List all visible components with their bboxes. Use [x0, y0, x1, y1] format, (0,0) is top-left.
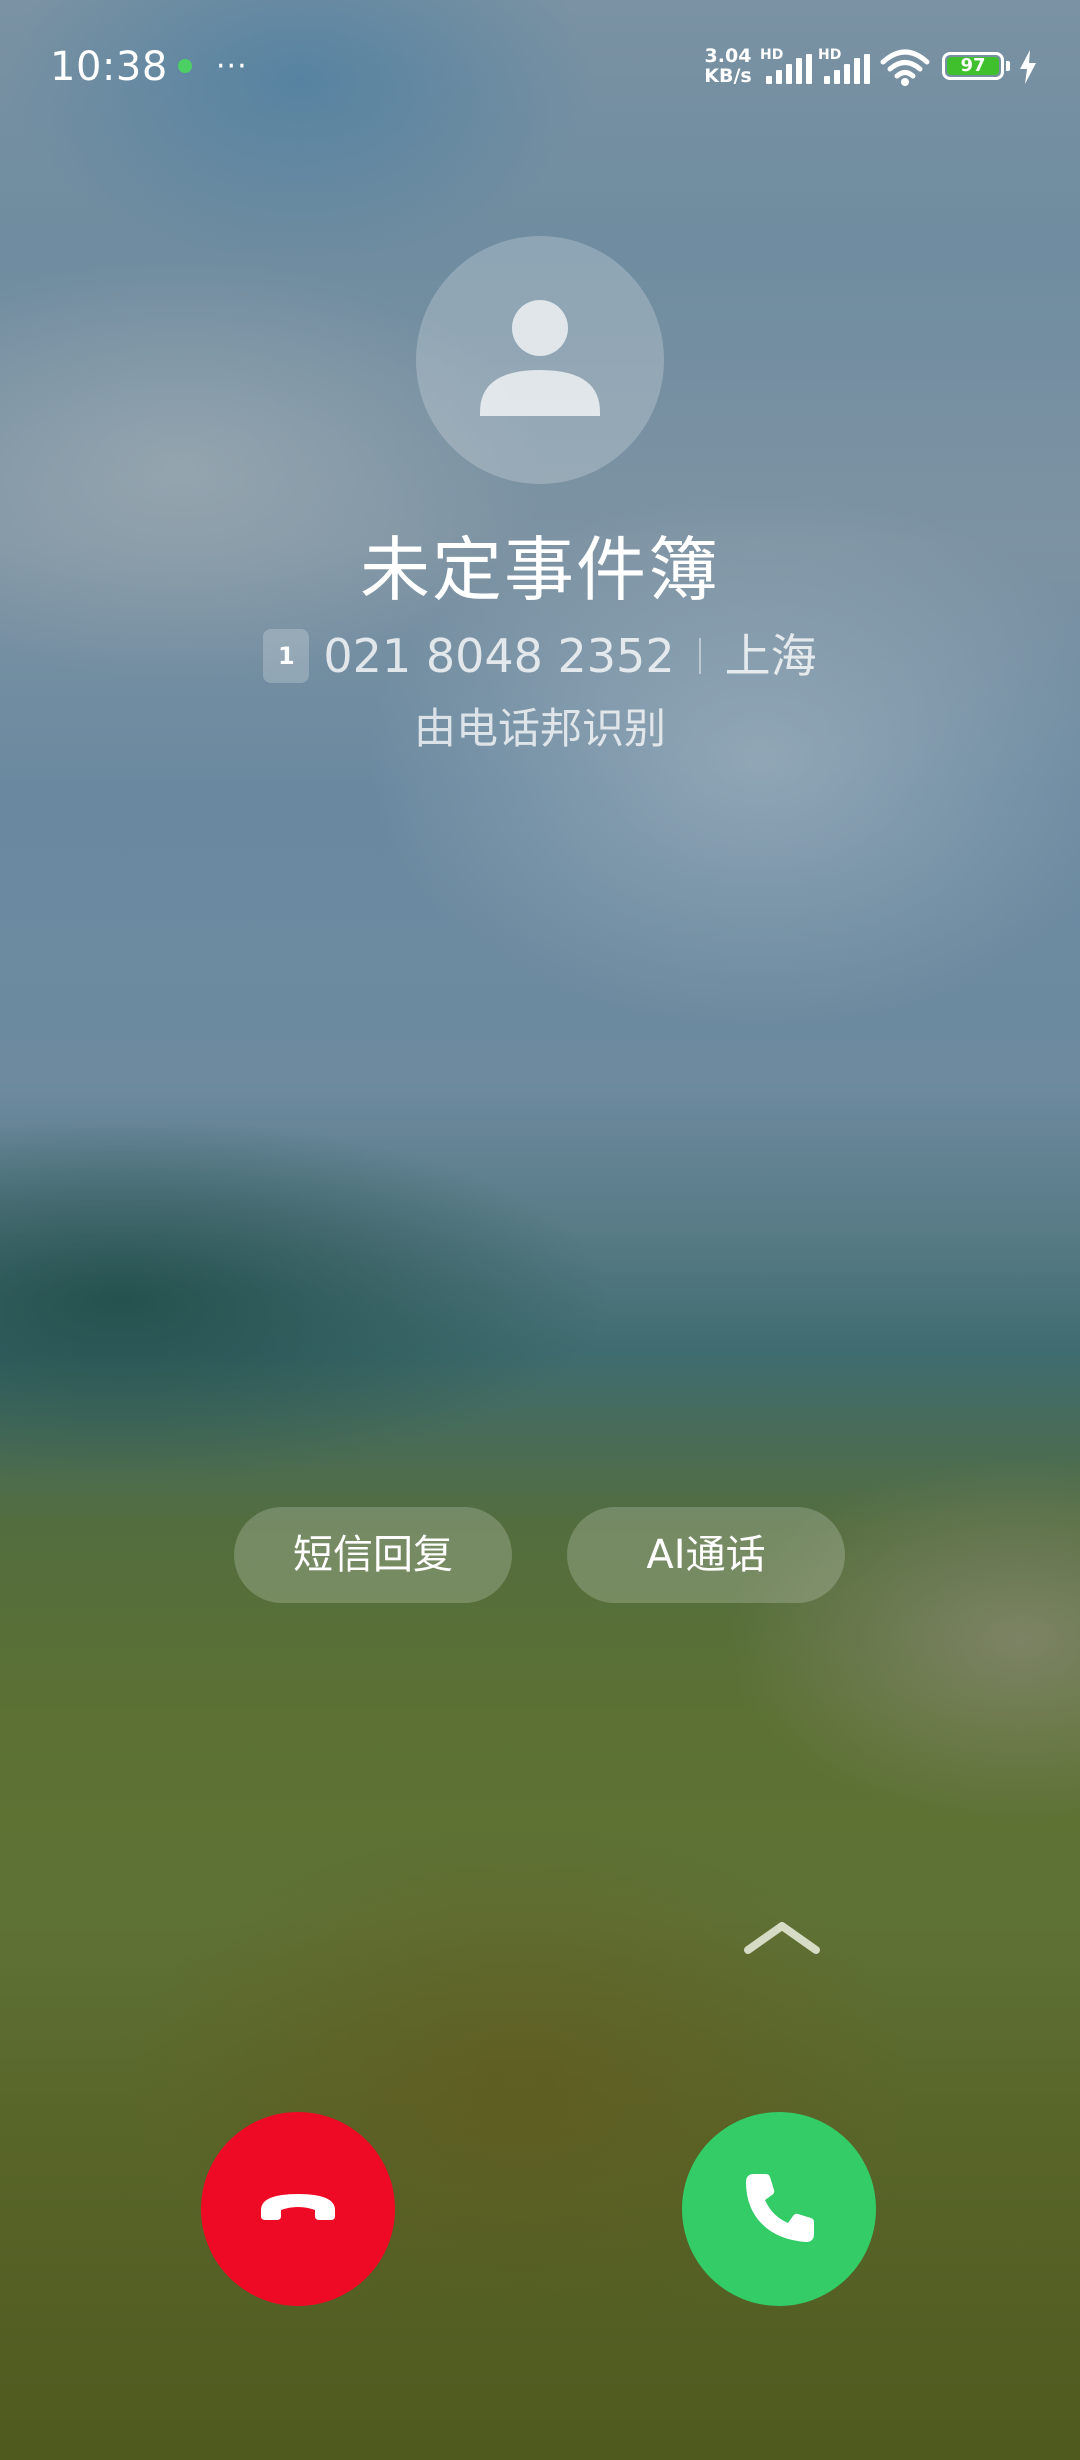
- notification-dot-icon: [178, 59, 192, 73]
- battery-cap: [1006, 61, 1010, 71]
- caller-id-source: 由电话邦识别: [413, 704, 666, 753]
- caller-location: 上海: [724, 629, 817, 683]
- network-speed-unit: KB/s: [704, 65, 752, 87]
- caller-avatar: [416, 236, 664, 484]
- more-notifications-icon: ···: [216, 49, 248, 84]
- ai-call-button[interactable]: AI通话: [567, 1507, 845, 1603]
- caller-name: 未定事件簿: [360, 529, 720, 611]
- battery-level: 97: [947, 57, 999, 75]
- caller-number: 021 8048 2352: [323, 629, 675, 683]
- network-speed-value: 3.04: [704, 45, 752, 67]
- sms-reply-button[interactable]: 短信回复: [234, 1507, 512, 1603]
- sim-slot-badge: 1: [263, 629, 310, 683]
- phone-hangup-icon: [261, 2194, 335, 2220]
- battery-icon: 97: [942, 52, 1004, 80]
- sim2-signal-icon: HD: [818, 48, 874, 84]
- clock: 10:38: [50, 44, 168, 90]
- divider: [698, 638, 701, 674]
- signal-bars-icon: [766, 54, 812, 84]
- phone-icon: [746, 2174, 814, 2242]
- status-bar: 10:38 ··· 3.04 KB/s HD HD 97: [0, 0, 1080, 135]
- decline-call-button[interactable]: [201, 2112, 395, 2306]
- answer-call-button[interactable]: [682, 2112, 876, 2306]
- person-icon: [480, 300, 600, 416]
- wifi-icon: [880, 49, 930, 86]
- signal-bars-icon: [824, 54, 870, 84]
- caller-number-row: 1 021 8048 2352 上海: [0, 628, 1080, 684]
- chevron-up-icon[interactable]: [742, 1918, 822, 1958]
- network-speed: 3.04 KB/s: [702, 46, 754, 86]
- sim1-signal-icon: HD: [760, 48, 816, 84]
- charging-icon: [1020, 50, 1036, 84]
